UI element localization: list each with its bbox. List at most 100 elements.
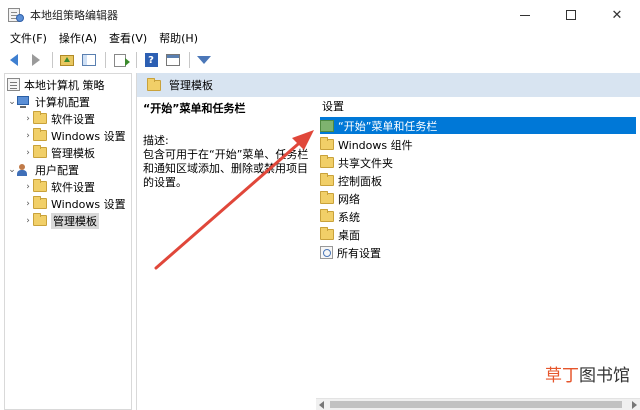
list-item-label: 共享文件夹 (338, 156, 393, 170)
folder-icon (33, 128, 47, 141)
toolbar-separator (105, 52, 106, 68)
settings-list: 设置 “开始”菜单和任务栏 Windows 组件 共享文件夹 控制面板 网络 系… (318, 97, 640, 402)
properties-button[interactable] (163, 50, 183, 70)
up-folder-button[interactable] (57, 50, 77, 70)
tree-item-user-config[interactable]: ⌄ 用户配置 (7, 161, 79, 178)
tree-item-user-admin-templates[interactable]: › 管理模板 (23, 212, 99, 229)
tree-item-label: 计算机配置 (35, 95, 90, 109)
folder-icon (33, 145, 47, 158)
watermark-text: 图书馆 (579, 366, 630, 386)
list-item-windows-components[interactable]: Windows 组件 (320, 136, 413, 153)
show-hide-tree-icon (82, 54, 96, 66)
folder-icon (33, 111, 47, 124)
folder-icon (320, 209, 334, 222)
list-item-control-panel[interactable]: 控制面板 (320, 172, 382, 189)
menu-action[interactable]: 操作(A) (53, 30, 103, 48)
list-item-label: 网络 (338, 192, 360, 206)
menu-file[interactable]: 文件(F) (4, 30, 53, 48)
chevron-right-icon[interactable]: › (23, 114, 33, 124)
scroll-right-icon[interactable] (632, 401, 637, 409)
window-controls: ✕ (502, 0, 640, 30)
tree-item-root[interactable]: 本地计算机 策略 (7, 76, 105, 93)
chevron-down-icon[interactable]: ⌄ (7, 97, 17, 107)
watermark-accent-text: 草丁 (545, 366, 579, 386)
maximize-button[interactable] (548, 0, 594, 30)
menu-bar: 文件(F) 操作(A) 查看(V) 帮助(H) (0, 30, 640, 48)
filter-button[interactable] (194, 50, 214, 70)
menu-view[interactable]: 查看(V) (103, 30, 153, 48)
list-item-label: 控制面板 (338, 174, 382, 188)
list-item-label: “开始”菜单和任务栏 (338, 119, 438, 133)
details-header: 管理模板 (137, 73, 640, 97)
group-policy-app-icon (8, 8, 24, 22)
folder-icon (147, 77, 161, 91)
close-button[interactable]: ✕ (594, 0, 640, 30)
chevron-down-icon[interactable]: ⌄ (7, 165, 17, 175)
minimize-button[interactable] (502, 0, 548, 30)
tree-item-computer-windows[interactable]: › Windows 设置 (23, 127, 126, 144)
folder-icon (320, 137, 334, 150)
settings-icon (320, 246, 333, 259)
list-item-label: Windows 组件 (338, 138, 413, 152)
list-item-label: 桌面 (338, 228, 360, 242)
back-arrow-icon (10, 54, 18, 66)
help-icon: ? (144, 53, 158, 67)
description-panel: “开始”菜单和任务栏 描述: 包含可用于在“开始”菜单、任务栏和通知区域添加、删… (143, 101, 318, 190)
toolbar: ? (0, 49, 640, 71)
maximize-icon (566, 10, 576, 20)
list-item-shared-folders[interactable]: 共享文件夹 (320, 154, 393, 171)
menu-help[interactable]: 帮助(H) (153, 30, 204, 48)
tree-item-label: Windows 设置 (51, 129, 126, 143)
details-header-title: 管理模板 (169, 79, 213, 92)
folder-icon (33, 213, 47, 226)
export-list-icon (114, 53, 130, 67)
toolbar-separator (136, 52, 137, 68)
selected-item-title: “开始”菜单和任务栏 (143, 102, 246, 115)
close-icon: ✕ (611, 7, 623, 23)
minimize-icon (520, 14, 530, 16)
up-folder-icon (60, 54, 74, 66)
tree-item-label: 管理模板 (51, 146, 95, 160)
list-item-all-settings[interactable]: 所有设置 (320, 244, 381, 261)
tree-item-label: 本地计算机 策略 (24, 78, 105, 92)
tree-item-computer-config[interactable]: ⌄ 计算机配置 (7, 93, 90, 110)
export-list-button[interactable] (110, 50, 130, 70)
tree-item-label: 软件设置 (51, 112, 95, 126)
list-item-label: 系统 (338, 210, 360, 224)
help-button[interactable]: ? (141, 50, 161, 70)
back-button[interactable] (4, 50, 24, 70)
computer-icon (17, 95, 31, 108)
tree-item-user-windows[interactable]: › Windows 设置 (23, 195, 126, 212)
tree-item-label: 用户配置 (35, 163, 79, 177)
list-item-desktop[interactable]: 桌面 (320, 226, 360, 243)
list-item-system[interactable]: 系统 (320, 208, 360, 225)
list-item-start-menu-taskbar[interactable]: “开始”菜单和任务栏 (320, 117, 636, 134)
show-hide-tree-button[interactable] (79, 50, 99, 70)
folder-icon (320, 155, 334, 168)
description-text: 包含可用于在“开始”菜单、任务栏和通知区域添加、删除或禁用项目的设置。 (143, 148, 309, 189)
list-item-network[interactable]: 网络 (320, 190, 360, 207)
list-item-label: 所有设置 (337, 246, 381, 260)
scrollbar-thumb[interactable] (330, 401, 622, 408)
chevron-right-icon[interactable]: › (23, 216, 33, 226)
green-folder-icon (320, 119, 334, 132)
tree-item-computer-software[interactable]: › 软件设置 (23, 110, 95, 127)
scroll-left-icon[interactable] (319, 401, 324, 409)
toolbar-separator (52, 52, 53, 68)
forward-button[interactable] (26, 50, 46, 70)
properties-icon (166, 54, 180, 66)
horizontal-scrollbar[interactable] (316, 398, 640, 410)
chevron-right-icon[interactable]: › (23, 182, 33, 192)
list-column-header[interactable]: 设置 (322, 100, 344, 114)
chevron-right-icon[interactable]: › (23, 131, 33, 141)
tree-item-label: Windows 设置 (51, 197, 126, 211)
details-pane: 管理模板 “开始”菜单和任务栏 描述: 包含可用于在“开始”菜单、任务栏和通知区… (136, 73, 640, 410)
folder-icon (33, 179, 47, 192)
chevron-right-icon[interactable]: › (23, 148, 33, 158)
toolbar-separator (189, 52, 190, 68)
forward-arrow-icon (32, 54, 40, 66)
tree-item-label: 软件设置 (51, 180, 95, 194)
chevron-right-icon[interactable]: › (23, 199, 33, 209)
tree-item-user-software[interactable]: › 软件设置 (23, 178, 95, 195)
tree-item-computer-admin-templates[interactable]: › 管理模板 (23, 144, 95, 161)
